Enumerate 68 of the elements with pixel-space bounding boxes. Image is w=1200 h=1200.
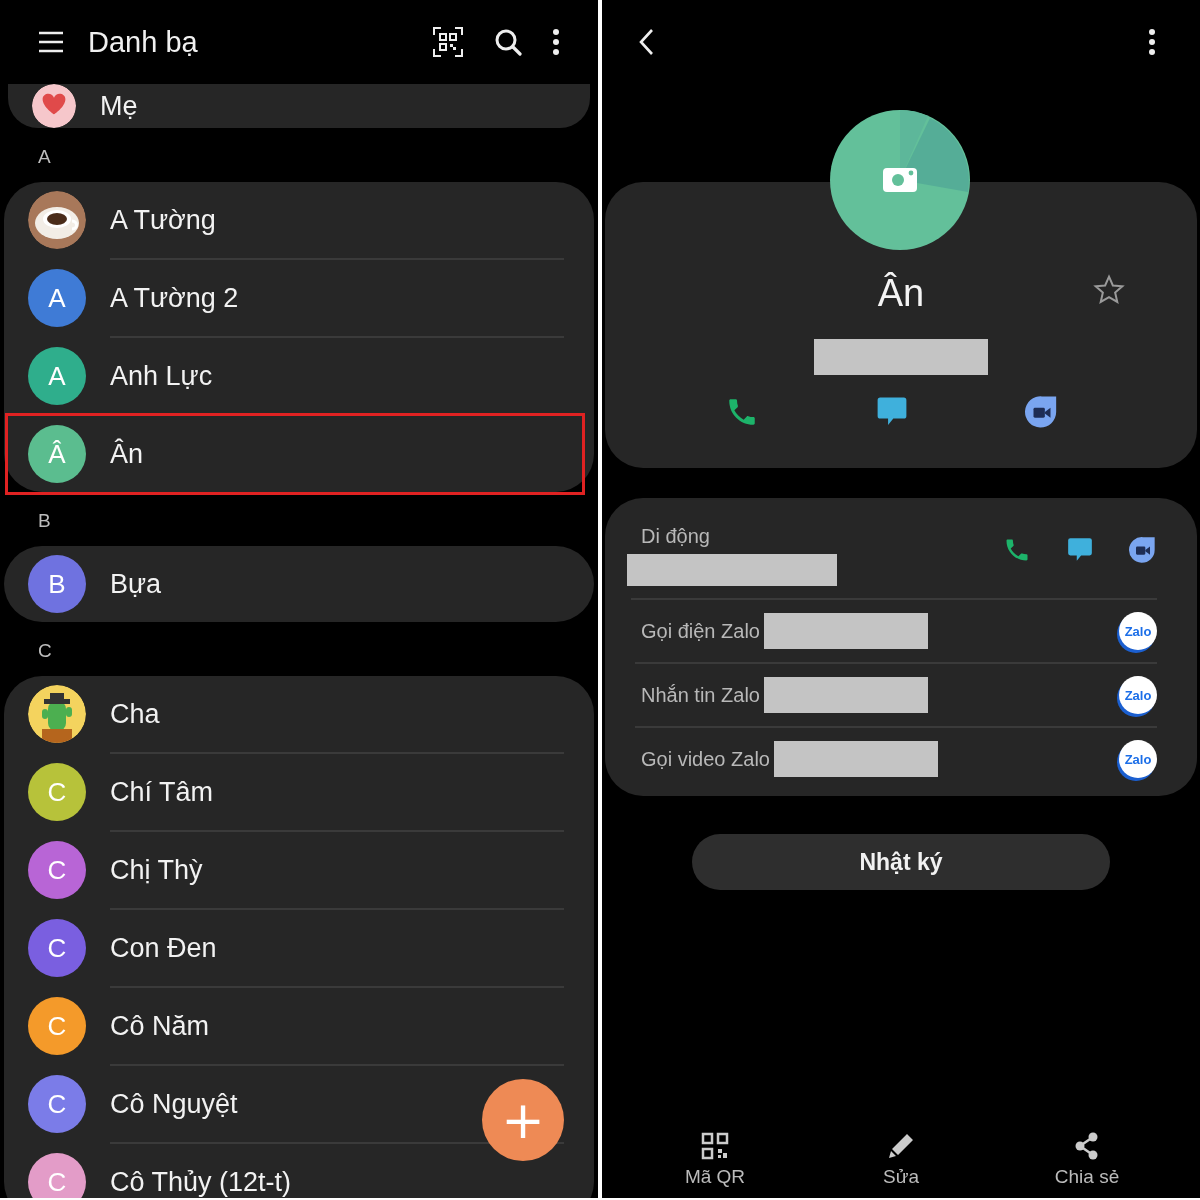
contact-row[interactable]: C Chí Tâm — [28, 754, 464, 830]
contact-name: Anh Lực — [110, 360, 213, 392]
number-label: Gọi video Zalo — [641, 747, 770, 771]
contact-name: Ân — [877, 272, 925, 315]
contact-name: Chị Thỳ — [110, 854, 203, 886]
contact-row[interactable]: C Con Đen — [28, 910, 464, 986]
nav-item[interactable]: Chia sẻ — [1017, 1132, 1157, 1188]
zalo-row[interactable]: Gọi video Zalo Zalo — [635, 728, 1157, 790]
avatar: C — [28, 919, 86, 977]
contact-row[interactable]: Mẹ — [32, 84, 460, 128]
zalo-icon[interactable]: Zalo — [1119, 676, 1157, 714]
number-label: Di động — [641, 524, 711, 548]
contact-name: Cô Nguyệt — [110, 1088, 238, 1120]
more-icon[interactable] — [1148, 29, 1156, 55]
contact-row[interactable]: B Bựa — [28, 546, 464, 622]
contact-name: A Tường — [110, 204, 216, 236]
more-icon[interactable] — [552, 29, 560, 55]
contact-name: Con Đen — [110, 932, 217, 964]
number-label: Nhắn tin Zalo — [641, 683, 760, 707]
section-header: B — [37, 509, 52, 533]
menu-icon[interactable] — [38, 31, 64, 53]
video-call-icon[interactable] — [1129, 536, 1157, 564]
contact-name: Mẹ — [100, 90, 138, 122]
contact-row[interactable]: A Anh Lực — [28, 338, 464, 414]
photo-placeholder-avatar[interactable] — [830, 110, 970, 250]
contact-row[interactable]: Â Ân — [8, 416, 582, 492]
contact-row[interactable]: C Chị Thỳ — [28, 832, 464, 908]
contact-row[interactable]: C Cô Nguyệt — [28, 1066, 464, 1142]
avatar: A — [28, 269, 86, 327]
avatar: A — [28, 347, 86, 405]
avatar: C — [28, 997, 86, 1055]
search-icon[interactable] — [494, 28, 522, 56]
zalo-row[interactable]: Nhắn tin Zalo Zalo — [635, 664, 1157, 728]
video-call-icon[interactable] — [1025, 395, 1059, 429]
pencil-icon — [887, 1132, 915, 1160]
avatar: B — [28, 555, 86, 613]
section-header: C — [37, 639, 53, 663]
contact-name: Chí Tâm — [110, 776, 214, 808]
contact-row[interactable]: C Cô Thủy (12t-t) — [28, 1144, 464, 1198]
avatar: C — [28, 841, 86, 899]
contact-name: Bựa — [110, 568, 162, 600]
contact-row[interactable]: A A Tường 2 — [28, 260, 464, 336]
qr-scan-icon[interactable] — [432, 26, 464, 58]
avatar: C — [28, 1075, 86, 1133]
contact-name: Ân — [110, 438, 144, 470]
contact-name: Cha — [110, 698, 160, 730]
nav-item[interactable]: Mã QR — [645, 1132, 785, 1188]
log-button[interactable]: Nhật ký — [692, 834, 1110, 890]
share-icon — [1074, 1132, 1100, 1160]
contact-row[interactable]: A Tường — [28, 182, 464, 258]
zalo-row[interactable]: Gọi điện Zalo Zalo — [635, 600, 1157, 664]
avatar: C — [28, 1153, 86, 1198]
section-header: A — [37, 145, 52, 169]
avatar: Â — [28, 425, 86, 483]
contact-name: A Tường 2 — [110, 282, 239, 314]
app-title: Danh bạ — [88, 25, 198, 59]
number-label: Gọi điện Zalo — [641, 619, 760, 643]
contact-row[interactable]: C Cô Năm — [28, 988, 464, 1064]
zalo-icon[interactable]: Zalo — [1119, 612, 1157, 650]
nav-item[interactable]: Sửa — [831, 1132, 971, 1188]
contact-name: Cô Thủy (12t-t) — [110, 1166, 292, 1198]
avatar: C — [28, 763, 86, 821]
qr-code-icon — [701, 1132, 729, 1160]
back-icon[interactable] — [638, 28, 654, 56]
zalo-icon[interactable]: Zalo — [1119, 740, 1157, 778]
contact-row[interactable]: Cha — [28, 676, 464, 752]
star-icon[interactable] — [1093, 274, 1125, 306]
contact-name: Cô Năm — [110, 1010, 210, 1042]
